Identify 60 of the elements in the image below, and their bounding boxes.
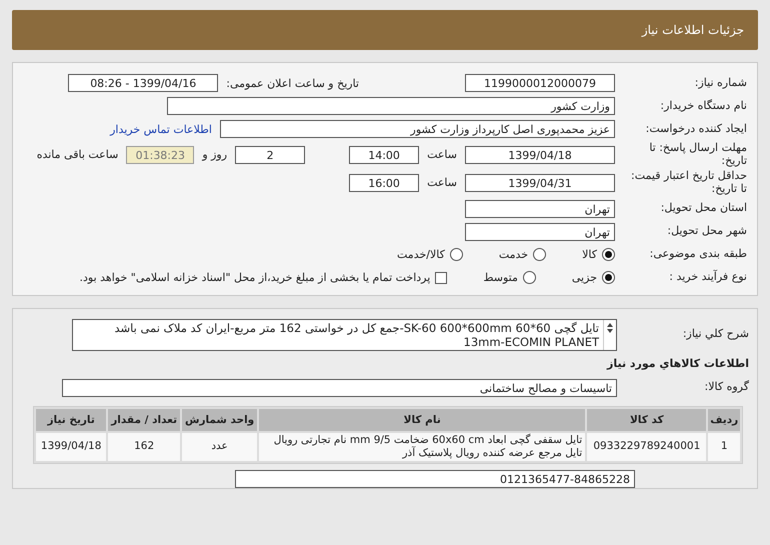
days-field: 2: [235, 146, 306, 164]
city-field: تهران: [465, 222, 615, 241]
field-label: شهر محل تحویل:: [666, 225, 747, 238]
deadline-time-field: 14:00: [349, 146, 420, 164]
field-label: مهلت ارسال پاسخ: تا تاریخ:: [648, 142, 747, 168]
announce-date-field: 1399/04/16 - 08:26: [68, 74, 218, 92]
buyer-contact-link[interactable]: اطلاعات تماس خریدار: [110, 122, 212, 136]
column-header: تعداد / مقدار: [108, 408, 180, 431]
table-cell: 1: [708, 432, 740, 461]
description-field[interactable]: تایل گچی 60*60 SK-60 600*600mm-جمع کل در خواستی 162 متر مربع-ایران کد ملاک نمی باشد 13mm-ECOMIN PLANET: [72, 318, 617, 351]
column-header: کد کالا: [587, 408, 706, 431]
table-cell: تایل سقفی گچی ابعاد 60x60 cm ضخامت 9/5 mm نام تجارتی رویال تایل مرجع عرضه کننده رویال پلاستیک آذر: [259, 432, 586, 461]
table-cell: عدد: [182, 432, 258, 461]
scroll-down-icon[interactable]: [607, 328, 613, 333]
province-field: تهران: [465, 200, 615, 218]
field-label: حداقل تاریخ اعتبار قیمت: تا تاریخ:: [630, 170, 747, 196]
field-label: ایجاد کننده درخواست:: [644, 122, 747, 136]
field-label: طبقه بندی موضوعی:: [648, 248, 747, 261]
field-label: نوع فرآیند خرید :: [668, 271, 747, 284]
field-label: استان محل تحویل:: [660, 202, 747, 215]
page-title: جزئیات اطلاعات نیاز: [642, 23, 744, 37]
buyer-field: وزارت کشور: [167, 97, 615, 115]
radio-button[interactable]: [450, 248, 463, 262]
column-header: واحد شمارش: [182, 408, 258, 431]
table-cell: 0933229789240001: [587, 432, 706, 461]
radio-button[interactable]: [522, 271, 536, 284]
checkbox-label: پرداخت تمام یا بخشی از مبلغ خرید،از محل "اسناد خزانه اسلامی" خواهد بود.: [80, 271, 430, 284]
radio-label: متوسط: [483, 271, 518, 284]
field-label: ساعت: [427, 176, 457, 190]
field-label: روز و: [202, 148, 228, 162]
column-header: نام کالا: [259, 408, 586, 431]
validity-date-field: 1399/04/31: [465, 174, 615, 192]
radio-label: خدمت: [498, 248, 528, 262]
notes-field: 0121365477-84865228: [235, 470, 635, 488]
table-cell: 1399/04/18: [36, 432, 106, 461]
radio-label: کالا/خدمت: [397, 248, 445, 262]
column-header: تاریخ نیاز: [36, 408, 106, 431]
field-label: گروه کالا:: [704, 381, 749, 394]
radio-button[interactable]: [533, 248, 546, 262]
radio-label: جزیی: [572, 271, 597, 284]
countdown-field: 01:38:23: [126, 146, 194, 164]
radio-label: کالا: [582, 248, 597, 262]
field-label: نام دستگاه خریدار:: [659, 100, 747, 112]
validity-time-field: 16:00: [349, 174, 420, 192]
field-label: تاریخ و ساعت اعلان عمومی:: [226, 76, 359, 90]
radio-button[interactable]: [602, 271, 615, 284]
field-label: ساعت باقی مانده: [36, 148, 118, 162]
deadline-date-field: 1399/04/18: [465, 146, 615, 164]
checkbox[interactable]: [435, 272, 448, 284]
table-cell: 162: [108, 432, 180, 461]
creator-field: عزیز محمدپوری اصل کارپرداز وزارت کشور: [220, 120, 615, 138]
need-number-field: 1199000012000079: [465, 74, 615, 92]
section-heading: اطلاعات کالاهاي مورد نیاز: [606, 356, 749, 370]
scroll-up-icon[interactable]: [607, 322, 613, 327]
goods-group-field: تاسیسات و مصالح ساختمانی: [62, 378, 617, 397]
field-label: شماره نیاز:: [694, 76, 747, 90]
radio-button[interactable]: [602, 248, 615, 262]
column-header: ردیف: [708, 408, 740, 431]
field-label: شرح کلي نیاز:: [682, 328, 749, 341]
field-label: ساعت: [427, 148, 457, 162]
